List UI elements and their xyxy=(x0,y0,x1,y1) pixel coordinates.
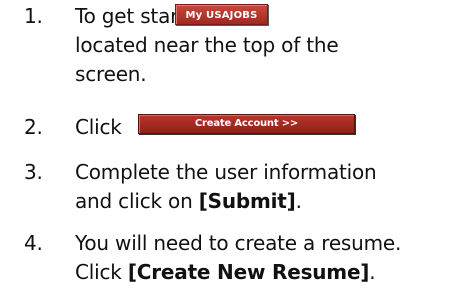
create-new-resume-reference: [Create New Resume] xyxy=(127,260,370,284)
step-number: 2. xyxy=(24,115,43,139)
my-usajobs-button[interactable]: My USAJOBS xyxy=(175,4,268,25)
step-text-prefix: and click on xyxy=(75,189,199,213)
step-number: 1. xyxy=(24,4,43,28)
step-text-line: Click xyxy=(75,115,122,139)
step-text-line: located near the top of the xyxy=(75,33,339,57)
step-text-line: Click [Create New Resume]. xyxy=(75,259,376,285)
create-account-button[interactable]: Create Account >> xyxy=(138,114,355,134)
step-text-suffix: . xyxy=(369,260,376,284)
step-text-prefix: Click xyxy=(75,260,128,284)
step-number: 4. xyxy=(24,231,43,255)
step-text-line: You will need to create a resume. xyxy=(75,231,402,255)
step-text-line: screen. xyxy=(75,62,147,86)
step-text-suffix: . xyxy=(295,189,302,213)
step-number: 3. xyxy=(24,160,43,184)
step-text-line: and click on [Submit]. xyxy=(75,188,302,214)
step-text-line: Complete the user information xyxy=(75,160,377,184)
submit-reference: [Submit] xyxy=(198,189,296,213)
